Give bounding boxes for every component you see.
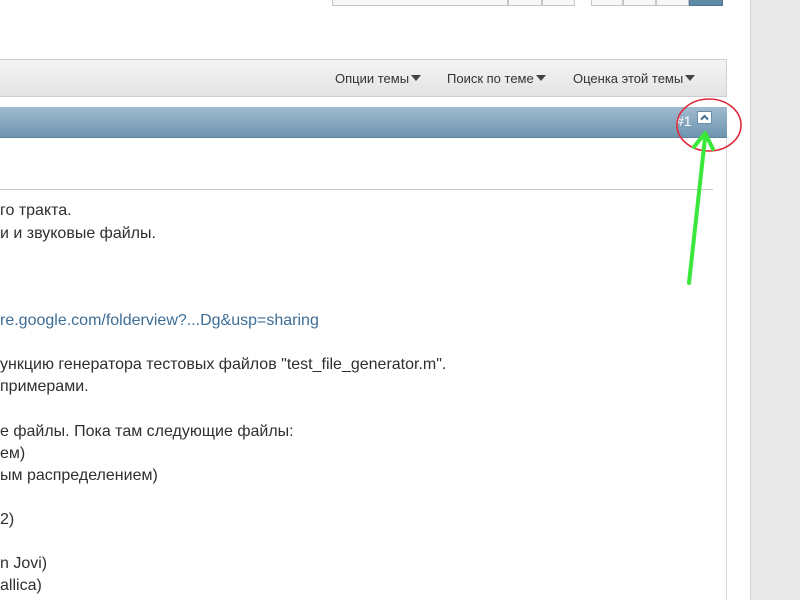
post-text-line: ым распределением) bbox=[0, 467, 158, 484]
caret-down-icon bbox=[535, 75, 546, 81]
thread-search-menu[interactable]: Поиск по теме bbox=[447, 71, 546, 86]
post-title-divider bbox=[0, 189, 713, 190]
post-text-line: го тракта. bbox=[0, 202, 72, 219]
scroll-top-button[interactable] bbox=[697, 111, 712, 124]
search-option-remnant[interactable] bbox=[508, 0, 542, 6]
caret-down-icon bbox=[411, 75, 422, 81]
thread-rate-label: Оценка этой темы bbox=[573, 71, 684, 86]
post-text-line: allica) bbox=[0, 577, 42, 594]
post-text-line: ункцию генератора тестовых файлов "test_… bbox=[0, 356, 447, 373]
post-text-line: е файлы. Пока там следующие файлы: bbox=[0, 423, 294, 440]
caret-down-icon bbox=[685, 75, 696, 81]
post-text-line: n Jovi) bbox=[0, 555, 48, 572]
post-text-line: ем) bbox=[0, 445, 26, 462]
page-link-remnant[interactable] bbox=[656, 0, 689, 6]
post-text-line: 2) bbox=[0, 511, 15, 528]
page-gutter bbox=[750, 0, 800, 600]
post-link[interactable]: re.google.com/folderview?...Dg&usp=shari… bbox=[0, 311, 319, 331]
post-number[interactable]: #1 bbox=[676, 113, 692, 129]
post-text-line: примерами. bbox=[0, 378, 89, 395]
thread-rate-menu[interactable]: Оценка этой темы bbox=[573, 71, 696, 86]
search-box-remnant[interactable] bbox=[332, 0, 508, 6]
search-go-remnant[interactable] bbox=[542, 0, 575, 6]
thread-options-menu[interactable]: Опции темы bbox=[335, 71, 422, 86]
thread-options-label: Опции темы bbox=[335, 71, 410, 86]
post-header: #1 bbox=[0, 107, 727, 138]
thread-search-label: Поиск по теме bbox=[447, 71, 534, 86]
page-link-remnant[interactable] bbox=[591, 0, 623, 6]
post-text-line: и и звуковые файлы. bbox=[0, 225, 156, 242]
chevron-up-icon bbox=[700, 114, 709, 121]
page-link-current[interactable] bbox=[689, 0, 723, 6]
page-link-remnant[interactable] bbox=[623, 0, 656, 6]
